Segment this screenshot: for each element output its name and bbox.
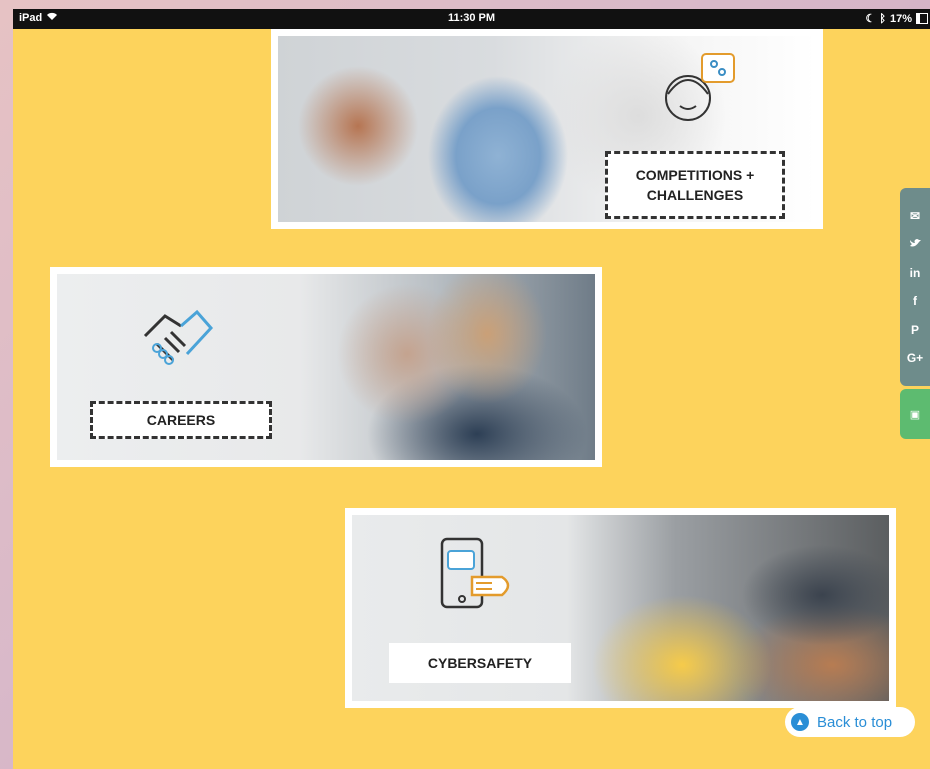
person-icon bbox=[665, 53, 735, 121]
careers-card[interactable]: CAREERS bbox=[50, 267, 602, 467]
arrow-up-icon: ▲ bbox=[791, 713, 809, 731]
cybersafety-card[interactable]: CYBERSAFETY bbox=[345, 508, 896, 708]
battery-percent: 17% bbox=[889, 12, 912, 25]
moon-icon: ☾ bbox=[865, 13, 876, 25]
app-screen: iPad 11:30 PM ☾ ᛒ 17% COMPETITIONS + CHA… bbox=[13, 9, 930, 769]
twitter-icon[interactable] bbox=[909, 237, 921, 251]
handshake-icon bbox=[143, 309, 214, 365]
back-to-top-label: Back to top bbox=[817, 713, 893, 731]
social-share-bar: ✉ in f P G+ bbox=[900, 188, 930, 386]
competitions-line1: COMPETITIONS + bbox=[635, 167, 755, 183]
competitions-label: COMPETITIONS + CHALLENGES bbox=[605, 151, 785, 219]
competitions-line2: CHALLENGES bbox=[646, 187, 744, 203]
email-icon[interactable]: ✉ bbox=[910, 209, 920, 223]
bluetooth-icon: ᛒ bbox=[879, 12, 886, 25]
cybersafety-label: CYBERSAFETY bbox=[389, 643, 571, 683]
careers-label: CAREERS bbox=[90, 401, 272, 439]
back-to-top-button[interactable]: ▲ Back to top bbox=[785, 707, 915, 737]
pinterest-icon[interactable]: P bbox=[911, 323, 919, 337]
share-icon: ▣ bbox=[909, 408, 921, 421]
battery-icon bbox=[916, 13, 928, 24]
facebook-icon[interactable]: f bbox=[913, 294, 917, 308]
status-time: 11:30 PM bbox=[447, 12, 496, 24]
green-share-tab[interactable]: ▣ bbox=[900, 389, 930, 439]
googleplus-icon[interactable]: G+ bbox=[907, 351, 923, 365]
tablet-icon bbox=[440, 537, 510, 609]
linkedin-icon[interactable]: in bbox=[910, 266, 921, 280]
competitions-card[interactable]: COMPETITIONS + CHALLENGES bbox=[271, 29, 823, 229]
status-bar: iPad 11:30 PM ☾ ᛒ 17% bbox=[13, 9, 930, 29]
